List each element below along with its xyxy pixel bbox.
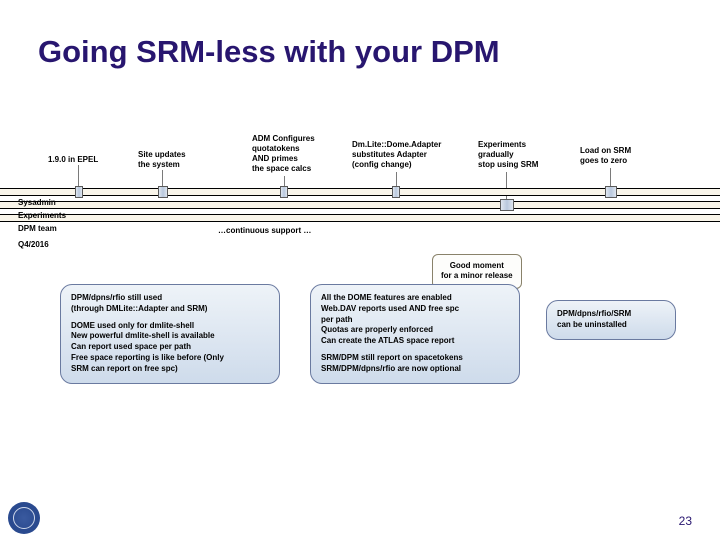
cloud-right: DPM/dpns/rfio/SRM can be uninstalled [546, 300, 676, 340]
page-title: Going SRM-less with your DPM [38, 34, 500, 70]
rowlab-sysadmin: Sysadmin [18, 198, 56, 207]
c2l4: Can create the ATLAS space report [321, 336, 509, 347]
c2l2: per path [321, 315, 509, 326]
row-experiments [0, 201, 720, 209]
c1l1: (through DMLite::Adapter and SRM) [71, 304, 269, 315]
row-dpmteam [0, 214, 720, 222]
c2l7: SRM/DPM/dpns/rfio are now optional [321, 364, 509, 375]
c1l4: New powerful dmlite-shell is available [71, 331, 269, 342]
c1l5: Can report used space per path [71, 342, 269, 353]
c2l1: Web.DAV reports used AND free spc [321, 304, 509, 315]
ann-experiments-stop: Experimentsgraduallystop using SRM [478, 140, 538, 170]
call-adm [280, 186, 288, 198]
q4-label: Q4/2016 [18, 240, 49, 249]
call-epel [75, 186, 83, 198]
call-update [158, 186, 168, 198]
c1l7: SRM can report on free spc) [71, 364, 269, 375]
ann-epel: 1.9.0 in EPEL [48, 155, 98, 165]
timeline [0, 188, 720, 220]
cloud-left: DPM/dpns/rfio still used (through DMLite… [60, 284, 280, 384]
call-loadzero [605, 186, 617, 198]
c2l6: SRM/DPM still report on spacetokens [321, 353, 509, 364]
rowlab-experiments: Experiments [18, 211, 66, 220]
rowlab-dpmteam: DPM team [18, 224, 57, 233]
call-exp [500, 199, 514, 211]
support-text: …continuous support … [218, 226, 311, 236]
page-number: 23 [679, 514, 692, 528]
cloud-mid: All the DOME features are enabled Web.DA… [310, 284, 520, 384]
c1l6: Free space reporting is like before (Onl… [71, 353, 269, 364]
call-adapter [392, 186, 400, 198]
c1l3: DOME used only for dmlite-shell [71, 321, 269, 332]
ann-adm-config: ADM ConfiguresquotatokensAND primesthe s… [252, 134, 315, 174]
slide: Going SRM-less with your DPM 1.9.0 in EP… [0, 0, 720, 540]
c2l0: All the DOME features are enabled [321, 293, 509, 304]
c3l0: DPM/dpns/rfio/SRM [557, 309, 665, 320]
cern-logo [8, 502, 40, 534]
ann-load-zero: Load on SRMgoes to zero [580, 146, 631, 166]
cern-logo-inner [13, 507, 35, 529]
c3l1: can be uninstalled [557, 320, 665, 331]
ann-domeadapter: Dm.Lite::Dome.Adaptersubstitutes Adapter… [352, 140, 441, 170]
c2l3: Quotas are properly enforced [321, 325, 509, 336]
ann-site-update: Site updatesthe system [138, 150, 186, 170]
c1l0: DPM/dpns/rfio still used [71, 293, 269, 304]
